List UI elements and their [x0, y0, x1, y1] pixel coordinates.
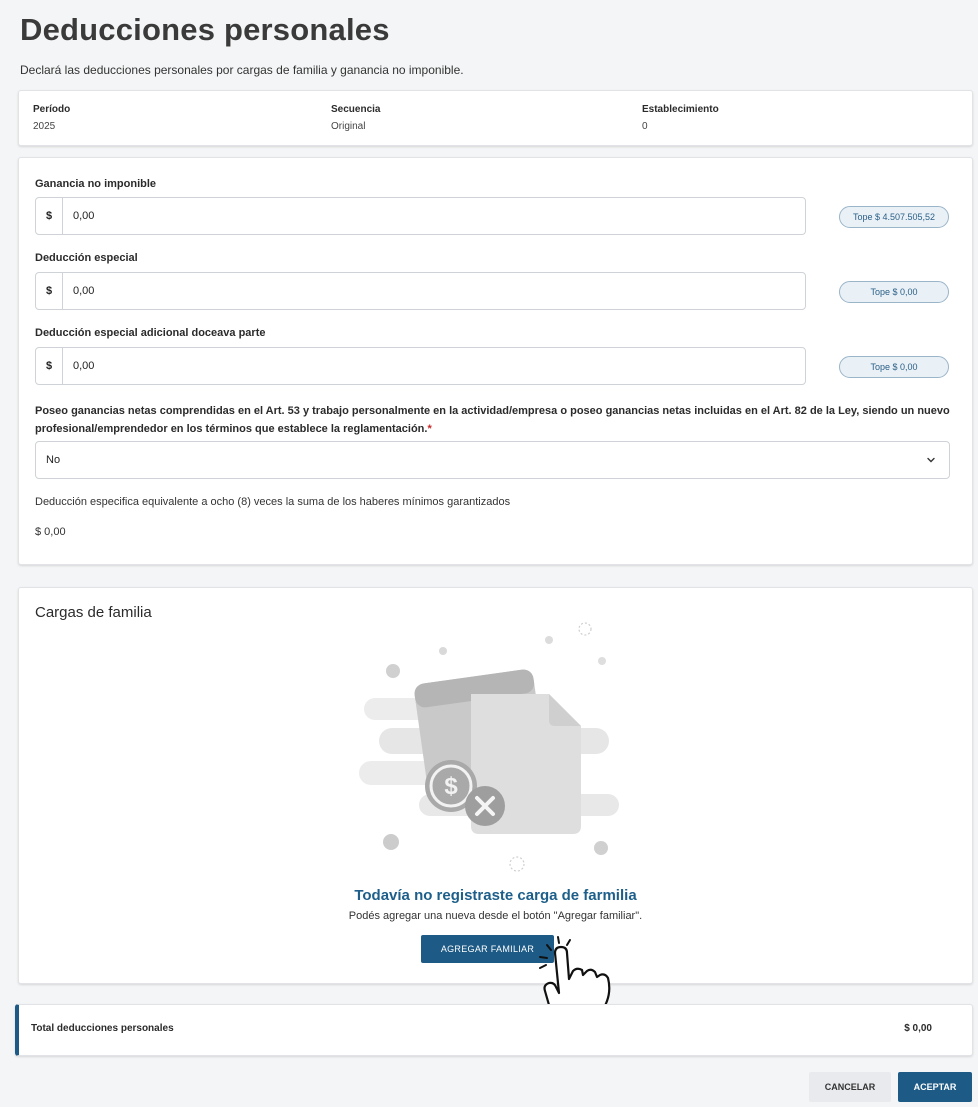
establecimiento-label: Establecimiento: [642, 104, 719, 115]
adicional-value: 0,00: [73, 360, 95, 372]
especial-label: Deducción especial: [35, 252, 138, 264]
currency-symbol: $: [36, 348, 63, 384]
family-title: Cargas de familia: [35, 604, 152, 621]
especial-value: 0,00: [73, 285, 95, 297]
total-label: Total deducciones personales: [31, 1023, 174, 1034]
currency-symbol: $: [36, 198, 63, 234]
periodo-label: Período: [33, 104, 71, 115]
family-card: Cargas de familia $ Todavía no registras…: [18, 587, 973, 984]
required-mark: *: [427, 423, 432, 435]
ganancia-tope-badge: Tope $ 4.507.505,52: [839, 206, 949, 228]
secuencia-value: Original: [331, 121, 366, 132]
total-value: $ 0,00: [904, 1023, 932, 1034]
deductions-form-card: Ganancia no imponible $ 0,00 Tope $ 4.50…: [18, 157, 973, 565]
ganancia-value: 0,00: [73, 210, 95, 222]
periodo-value: 2025: [33, 121, 56, 132]
chevron-down-icon: [927, 457, 935, 463]
establecimiento-info: Establecimiento 0: [642, 104, 719, 132]
profesional-question: Poseo ganancias netas comprendidas en el…: [35, 402, 957, 438]
svg-text:$: $: [444, 773, 458, 800]
ganancia-label: Ganancia no imponible: [35, 178, 157, 190]
total-card: Total deducciones personales $ 0,00: [15, 1004, 973, 1056]
empty-state-subtitle: Podés agregar una nueva desde el botón "…: [348, 910, 643, 922]
adicional-tope-badge: Tope $ 0,00: [839, 356, 949, 378]
page-subtitle: Declará las deducciones personales por c…: [20, 63, 464, 77]
ganancia-input[interactable]: $ 0,00: [35, 197, 806, 235]
deduccion-especifica-label: Deducción especifica equivalente a ocho …: [35, 496, 511, 508]
select-value: No: [46, 454, 61, 466]
question-text: Poseo ganancias netas comprendidas en el…: [35, 405, 950, 435]
especial-tope-badge: Tope $ 0,00: [839, 281, 949, 303]
currency-symbol: $: [36, 273, 63, 309]
empty-wallet-illustration: $: [359, 622, 619, 872]
secuencia-info: Secuencia Original: [331, 104, 380, 132]
periodo-info: Período 2025: [33, 104, 70, 132]
profesional-select[interactable]: No: [35, 441, 950, 479]
cancel-button[interactable]: CANCELAR: [809, 1072, 891, 1102]
adicional-label: Deducción especial adicional doceava par…: [35, 327, 266, 339]
secuencia-label: Secuencia: [331, 104, 381, 115]
deduccion-especifica-value: $ 0,00: [35, 526, 66, 538]
adicional-input[interactable]: $ 0,00: [35, 347, 806, 385]
accept-button[interactable]: ACEPTAR: [898, 1072, 972, 1102]
empty-state-title: Todavía no registraste carga de farmilia: [354, 887, 637, 904]
page-title: Deducciones personales: [20, 12, 390, 47]
especial-input[interactable]: $ 0,00: [35, 272, 806, 310]
establecimiento-value: 0: [642, 121, 648, 132]
period-info-card: Período 2025 Secuencia Original Establec…: [18, 90, 973, 146]
